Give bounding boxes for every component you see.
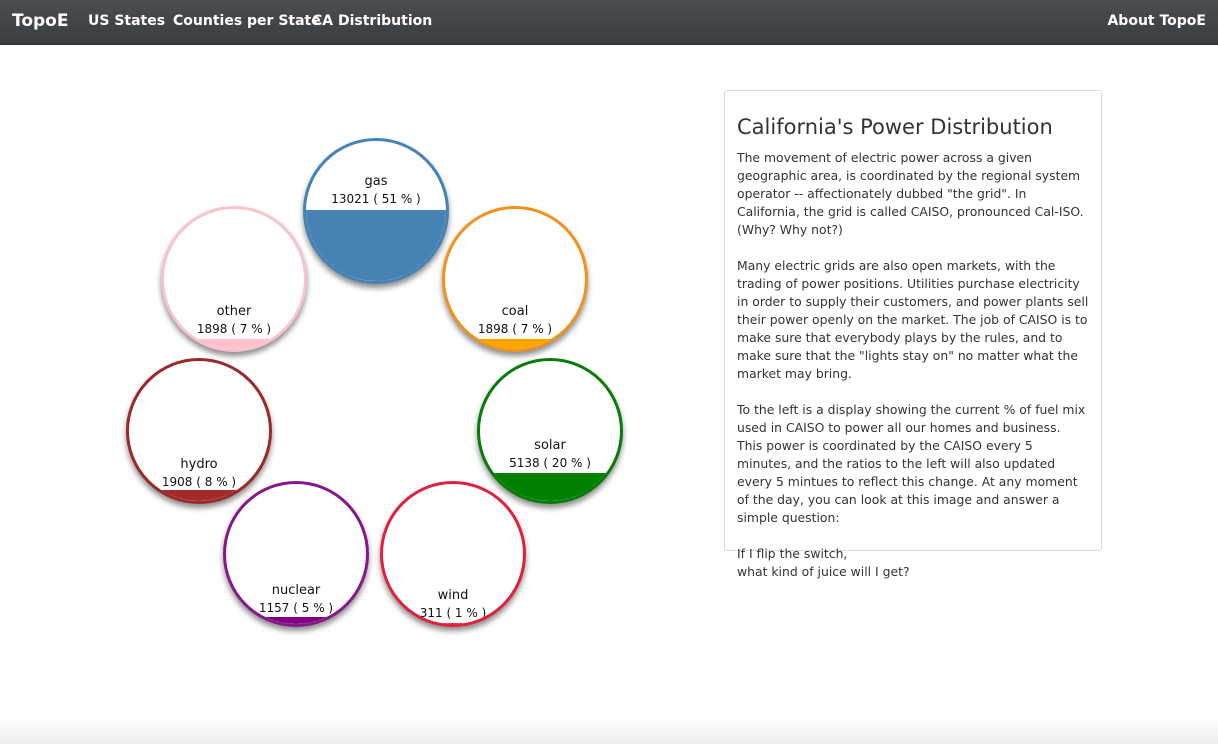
panel-paragraph-3: To the left is a display showing the cur… (737, 402, 1086, 525)
bubble-wind-fill (383, 622, 523, 624)
bubble-gas-fill (306, 209, 446, 281)
bubble-solar[interactable]: solar 5138 ( 20 % ) (477, 358, 623, 504)
info-panel: California's Power Distribution The move… (724, 90, 1102, 579)
bubble-gas-value: 13021 ( 51 % ) (331, 192, 421, 206)
bubble-other-value: 1898 ( 7 % ) (196, 322, 272, 336)
panel-question-line-2: what kind of juice will I get? (737, 564, 910, 579)
bubble-hydro-label: hydro (180, 457, 218, 472)
bubble-solar-label: solar (534, 438, 566, 453)
bubble-nuclear-value: 1157 ( 5 % ) (258, 601, 334, 615)
nav-ca-distribution[interactable]: CA Distribution (312, 13, 432, 29)
panel-question: If I flip the switch, what kind of juice… (737, 545, 1089, 581)
bubble-hydro[interactable]: hydro 1908 ( 8 % ) (126, 358, 272, 504)
bubble-solar-fill (480, 473, 620, 501)
bubble-coal-fill (445, 339, 585, 349)
nav-about[interactable]: About TopoE (1107, 13, 1206, 29)
nav-us-states[interactable]: US States (88, 13, 165, 29)
bubble-wind[interactable]: wind 311 ( 1 % ) (380, 481, 526, 627)
bubble-coal-value: 1898 ( 7 % ) (477, 322, 553, 336)
bubble-gas[interactable]: gas 13021 ( 51 % ) (303, 138, 449, 284)
brand-logo[interactable]: TopoE (12, 11, 68, 31)
bubble-other[interactable]: other 1898 ( 7 % ) (161, 206, 307, 352)
bubble-wind-value: 311 ( 1 % ) (419, 606, 487, 620)
panel-question-line-1: If I flip the switch, (737, 546, 848, 561)
panel-paragraph-1: The movement of electric power across a … (737, 150, 1084, 237)
bubble-hydro-fill (129, 489, 269, 501)
bubble-solar-value: 5138 ( 20 % ) (509, 456, 591, 470)
bottom-fade (0, 718, 1218, 744)
panel-paragraph-2: Many electric grids are also open market… (737, 258, 1089, 381)
bubble-coal-label: coal (501, 304, 529, 319)
bubble-wind-label: wind (437, 588, 469, 603)
bubble-coal[interactable]: coal 1898 ( 7 % ) (442, 206, 588, 352)
bubble-other-fill (164, 339, 304, 349)
bubble-other-label: other (216, 304, 252, 319)
bubble-nuclear[interactable]: nuclear 1157 ( 5 % ) (223, 481, 369, 627)
bubble-gas-label: gas (364, 174, 388, 189)
panel-title: California's Power Distribution (737, 115, 1053, 139)
top-navbar: TopoE US States Counties per State CA Di… (0, 0, 1218, 45)
fuel-mix-bubbles: gas 13021 ( 51 % ) coal 1898 ( 7 % ) sol… (0, 45, 720, 705)
bubble-nuclear-label: nuclear (271, 583, 321, 598)
bubble-hydro-value: 1908 ( 8 % ) (161, 475, 237, 489)
bubble-nuclear-fill (226, 617, 366, 624)
nav-counties-per-state[interactable]: Counties per State (173, 13, 321, 29)
